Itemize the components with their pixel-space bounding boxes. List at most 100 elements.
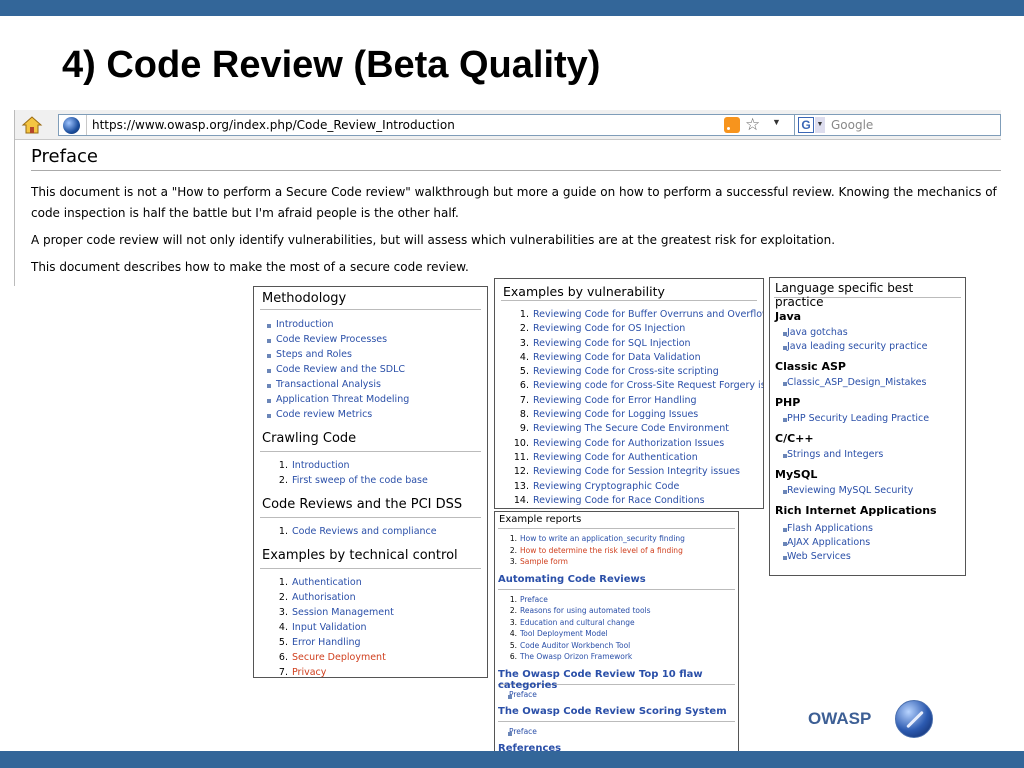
list-item[interactable]: Transactional Analysis — [254, 379, 487, 394]
owasp-logo-text: OWASP — [808, 709, 872, 728]
bookmark-star-icon[interactable]: ☆ — [745, 115, 760, 135]
vulnerability-heading: Examples by vulnerability — [503, 284, 665, 299]
scoring-heading[interactable]: The Owasp Code Review Scoring System — [495, 706, 738, 721]
list-item[interactable]: 6. Reviewing code for Cross-Site Request … — [495, 380, 763, 394]
list-item[interactable]: 2. Reasons for using automated tools — [495, 606, 738, 618]
chevron-down-icon[interactable]: ▼ — [772, 117, 781, 127]
list-item[interactable]: 2. Authorisation — [254, 592, 487, 607]
list-item[interactable]: 8. Reviewing Code for Logging Issues — [495, 409, 763, 423]
list-item[interactable]: 3. Session Management — [254, 607, 487, 622]
list-item[interactable]: 2. How to determine the risk level of a f… — [495, 546, 738, 558]
list-item[interactable]: 4. Tool Deployment Model — [495, 629, 738, 641]
rss-feed-icon[interactable] — [724, 117, 740, 133]
list-item[interactable]: 12. Reviewing Code for Session Integrity … — [495, 466, 763, 480]
list-item[interactable]: 1. Introduction — [254, 460, 487, 475]
heading-divider — [31, 170, 1001, 171]
language-panel: Language specific best practice Java Jav… — [769, 277, 966, 576]
list-item[interactable]: Code Review Processes — [254, 334, 487, 349]
list-item[interactable]: Classic_ASP_Design_Mistakes — [770, 377, 965, 391]
pci-heading: Code Reviews and the PCI DSS — [262, 497, 463, 512]
list-item[interactable]: 7. Privacy — [254, 667, 487, 677]
site-globe-icon — [63, 117, 80, 134]
php-heading: PHP — [775, 396, 801, 409]
vulnerability-panel: Examples by vulnerability 1. Reviewing Co… — [494, 278, 764, 509]
example-reports-heading: Example reports — [499, 514, 582, 525]
list-item[interactable]: Code Review and the SDLC — [254, 364, 487, 379]
methodology-list: Introduction Code Review Processes Steps… — [254, 319, 487, 424]
ria-list: Flash Applications AJAX Applications Web… — [770, 523, 965, 565]
automating-list: 1. Preface 2. Reasons for using automated … — [495, 595, 738, 664]
reports-panel: Example reports 1. How to write an applic… — [494, 511, 739, 752]
classic-asp-heading: Classic ASP — [775, 360, 846, 373]
list-item[interactable]: 13. Reviewing Cryptographic Code — [495, 481, 763, 495]
list-item[interactable]: 6. Secure Deployment — [254, 652, 487, 667]
classic-asp-list: Classic_ASP_Design_Mistakes — [770, 377, 965, 391]
list-item[interactable]: 5. Error Handling — [254, 637, 487, 652]
list-item[interactable]: Application Threat Modeling — [254, 394, 487, 409]
crawling-list: 1. Introduction 2. First sweep of the code… — [254, 460, 487, 490]
pci-list: 1. Code Reviews and compliance — [254, 526, 487, 541]
list-item[interactable]: 3. Sample form — [495, 557, 738, 569]
list-item[interactable]: 14. Reviewing Code for Race Conditions — [495, 495, 763, 508]
owasp-logo-icon — [895, 700, 933, 738]
list-item[interactable]: AJAX Applications — [770, 537, 965, 551]
list-item[interactable]: 11. Reviewing Code for Authentication — [495, 452, 763, 466]
list-item[interactable]: 1. Code Reviews and compliance — [254, 526, 487, 541]
search-engine-dropdown-icon[interactable]: ▼ — [815, 117, 825, 133]
list-item[interactable]: 5. Reviewing Code for Cross-site scriptin… — [495, 366, 763, 380]
preface-paragraph: This document describes how to make the … — [31, 260, 469, 274]
list-item[interactable]: 2. Reviewing Code for OS Injection — [495, 323, 763, 337]
example-reports-list: 1. How to write an application_security f… — [495, 534, 738, 569]
scoring-list: Preface — [495, 727, 738, 739]
google-search-engine-icon[interactable]: G — [798, 117, 814, 133]
list-item[interactable]: 1. Authentication — [254, 577, 487, 592]
language-heading: Language specific best practice — [775, 281, 914, 309]
list-item[interactable]: 1. Reviewing Code for Buffer Overruns and… — [495, 309, 763, 323]
c-cpp-heading: C/C++ — [775, 432, 814, 445]
list-item[interactable]: Preface — [495, 727, 738, 739]
list-item[interactable]: 6. The Owasp Orizon Framework — [495, 652, 738, 664]
list-item[interactable]: Preface — [495, 690, 738, 702]
list-item[interactable]: 3. Education and cultural change — [495, 618, 738, 630]
list-item[interactable]: 10. Reviewing Code for Authorization Issu… — [495, 438, 763, 452]
list-item[interactable]: 9. Reviewing The Secure Code Environment — [495, 423, 763, 437]
list-item[interactable]: Code review Metrics — [254, 409, 487, 424]
crawling-heading: Crawling Code — [262, 431, 357, 446]
list-item[interactable]: 1. Preface — [495, 595, 738, 607]
search-box[interactable]: G ▼ Google — [794, 114, 1001, 136]
list-item[interactable]: Steps and Roles — [254, 349, 487, 364]
c-cpp-list: Strings and Integers — [770, 449, 965, 463]
browser-window: https://www.owasp.org/index.php/Code_Rev… — [14, 110, 1001, 286]
search-input[interactable]: Google — [831, 118, 873, 132]
list-item[interactable]: Web Services — [770, 551, 965, 565]
list-item[interactable]: Flash Applications — [770, 523, 965, 537]
browser-toolbar: https://www.owasp.org/index.php/Code_Rev… — [15, 110, 1001, 140]
java-heading: Java — [775, 310, 802, 323]
top-banner — [0, 0, 1024, 16]
top10-list: Preface — [495, 690, 738, 702]
technical-control-heading: Examples by technical control — [262, 548, 458, 563]
list-item[interactable]: Java leading security practice — [770, 341, 965, 355]
list-item[interactable]: 7. Reviewing Code for Error Handling — [495, 395, 763, 409]
mysql-list: Reviewing MySQL Security — [770, 485, 965, 499]
list-item[interactable]: 5. Code Auditor Workbench Tool — [495, 641, 738, 653]
url-text: https://www.owasp.org/index.php/Code_Rev… — [92, 118, 455, 132]
methodology-heading: Methodology — [262, 291, 347, 306]
list-item[interactable]: Reviewing MySQL Security — [770, 485, 965, 499]
top10-heading[interactable]: The Owasp Code Review Top 10 flaw catego… — [495, 669, 738, 691]
list-item[interactable]: Introduction — [254, 319, 487, 334]
list-item[interactable]: 1. How to write an application_security f… — [495, 534, 738, 546]
technical-control-list: 1. Authentication 2. Authorisation 3. Sessi… — [254, 577, 487, 677]
slide-title: 4) Code Review (Beta Quality) — [62, 44, 601, 86]
list-item[interactable]: 4. Reviewing Code for Data Validation — [495, 352, 763, 366]
list-item[interactable]: 3. Reviewing Code for SQL Injection — [495, 338, 763, 352]
list-item[interactable]: 2. First sweep of the code base — [254, 475, 487, 490]
list-item[interactable]: PHP Security Leading Practice — [770, 413, 965, 427]
home-icon[interactable] — [21, 115, 43, 135]
address-bar[interactable]: https://www.owasp.org/index.php/Code_Rev… — [58, 114, 806, 136]
list-item[interactable]: Java gotchas — [770, 327, 965, 341]
automating-heading[interactable]: Automating Code Reviews — [495, 574, 738, 589]
list-item[interactable]: Strings and Integers — [770, 449, 965, 463]
vulnerability-list: 1. Reviewing Code for Buffer Overruns and… — [495, 309, 763, 508]
list-item[interactable]: 4. Input Validation — [254, 622, 487, 637]
